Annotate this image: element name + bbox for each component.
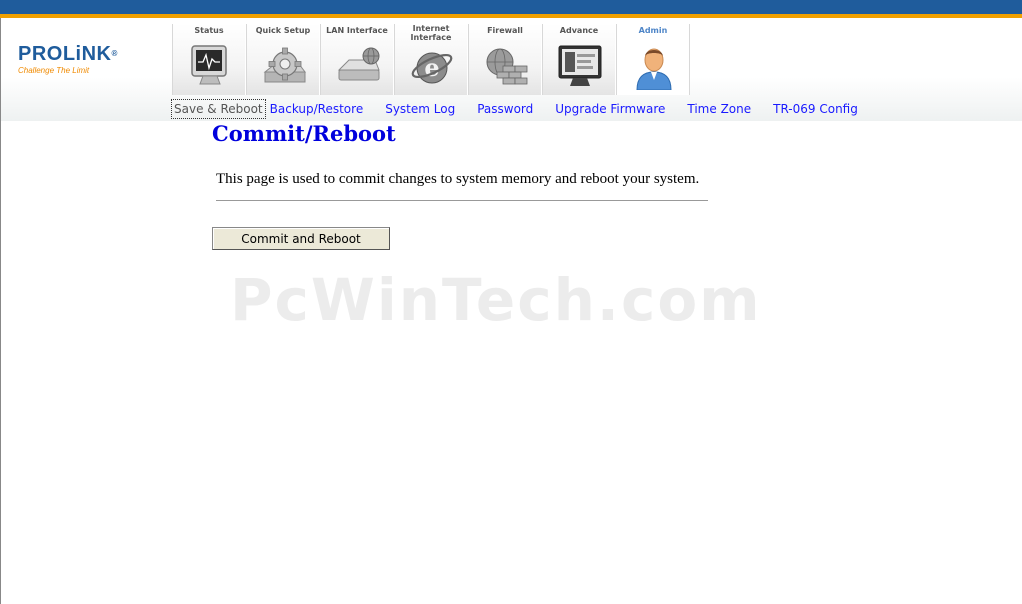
nav-tab-label: Admin [638, 26, 668, 35]
advanced-settings-icon [558, 45, 602, 86]
nav-tab-admin[interactable]: Admin [616, 24, 690, 95]
nav-tab-firewall[interactable]: Firewall [468, 24, 542, 95]
nav-tab-internet-interface[interactable]: Internet Interface e [394, 24, 468, 95]
header-top-bar [0, 0, 1022, 14]
nav-tab-label: Internet Interface [410, 24, 452, 42]
monitor-icon [191, 45, 227, 85]
nav-tab-label: Status [194, 26, 224, 35]
sub-nav-upgrade-firmware[interactable]: Upgrade Firmware [553, 100, 667, 118]
sub-nav-system-log[interactable]: System Log [383, 100, 457, 118]
gear-icon [263, 47, 306, 83]
firewall-icon [486, 48, 528, 85]
nav-tab-advance[interactable]: Advance [542, 24, 616, 95]
sub-nav-backup-restore[interactable]: Backup/Restore [268, 100, 366, 118]
sub-nav-save-reboot[interactable]: Save & Reboot [171, 99, 266, 119]
nav-tab-label: Firewall [487, 26, 523, 35]
content-divider [216, 200, 708, 201]
nav-tab-label: Quick Setup [255, 26, 311, 35]
page-title: Commit/Reboot [212, 121, 396, 146]
page-description: This page is used to commit changes to s… [216, 171, 700, 187]
admin-user-icon [636, 48, 672, 90]
commit-and-reboot-button[interactable]: Commit and Reboot [212, 227, 390, 250]
header-accent-bar [0, 14, 1022, 18]
sub-nav-time-zone[interactable]: Time Zone [685, 100, 753, 118]
sub-nav: Save & Reboot Backup/Restore System Log … [171, 99, 878, 119]
nav-tab-label: LAN Interface [326, 26, 388, 35]
brand-tagline: Challenge The Limit [18, 66, 90, 75]
nav-tab-lan-interface[interactable]: LAN Interface [320, 24, 394, 95]
nav-tab-quick-setup[interactable]: Quick Setup [246, 24, 320, 95]
prolink-logo: PROLiNK® Challenge The Limit [18, 44, 148, 84]
sub-nav-password[interactable]: Password [475, 100, 535, 118]
brand-name: PROLiNK [18, 43, 112, 65]
registered-mark: ® [111, 49, 118, 58]
internet-explorer-icon: e [411, 52, 453, 84]
watermark: PcWinTech.com [230, 266, 762, 334]
main-nav: Status Quick Setup LAN Interface Interne… [172, 24, 690, 96]
nav-tab-label: Advance [559, 26, 599, 35]
nav-tab-status[interactable]: Status [172, 24, 246, 95]
sub-nav-tr069-config[interactable]: TR-069 Config [771, 100, 860, 118]
network-drive-icon [337, 47, 380, 81]
